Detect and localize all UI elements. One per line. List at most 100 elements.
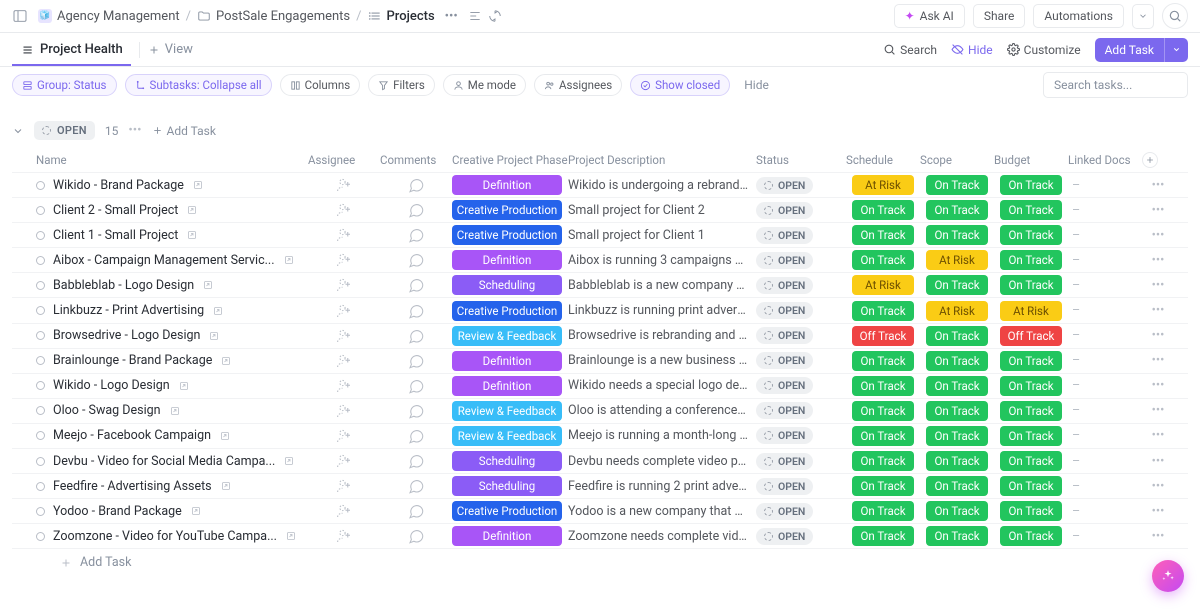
scope-cell[interactable]: At Risk bbox=[920, 250, 994, 270]
schedule-cell[interactable]: On Track bbox=[846, 250, 920, 270]
chip-me-mode[interactable]: Me mode bbox=[443, 74, 526, 96]
status-cell[interactable]: OPEN bbox=[756, 252, 846, 269]
table-row[interactable]: Browsedrive - Logo Design Review & Feedb… bbox=[12, 323, 1188, 348]
status-cell[interactable]: OPEN bbox=[756, 377, 846, 394]
scope-cell[interactable]: On Track bbox=[920, 351, 994, 371]
task-status-dot[interactable] bbox=[36, 281, 45, 290]
description-cell[interactable]: Wikido is undergoing a rebrand an... bbox=[568, 178, 756, 193]
task-status-dot[interactable] bbox=[36, 381, 45, 390]
scope-cell[interactable]: On Track bbox=[920, 426, 994, 446]
budget-cell[interactable]: On Track bbox=[994, 451, 1068, 471]
scope-cell[interactable]: On Track bbox=[920, 275, 994, 295]
scope-cell[interactable]: At Risk bbox=[920, 301, 994, 321]
task-name-cell[interactable]: Wikido - Brand Package bbox=[36, 178, 308, 193]
budget-cell[interactable]: On Track bbox=[994, 200, 1068, 220]
toolbar-hide-link[interactable]: Hide bbox=[744, 78, 769, 92]
assignee-cell[interactable] bbox=[308, 302, 380, 320]
task-status-dot[interactable] bbox=[36, 507, 45, 516]
sidebar-toggle-icon[interactable] bbox=[12, 8, 28, 24]
view-search-button[interactable]: Search bbox=[883, 43, 937, 57]
phase-cell[interactable]: Review & Feedback bbox=[452, 326, 568, 346]
row-actions[interactable]: ••• bbox=[1142, 178, 1174, 193]
status-cell[interactable]: OPEN bbox=[756, 453, 846, 470]
col-desc[interactable]: Project Description bbox=[568, 153, 756, 167]
col-phase[interactable]: Creative Project Phase bbox=[452, 153, 568, 167]
row-actions[interactable]: ••• bbox=[1142, 504, 1174, 519]
comments-cell[interactable] bbox=[380, 302, 452, 320]
schedule-cell[interactable]: On Track bbox=[846, 200, 920, 220]
description-cell[interactable]: Yodoo is a new company that need... bbox=[568, 504, 756, 519]
task-status-dot[interactable] bbox=[36, 181, 45, 190]
budget-cell[interactable]: On Track bbox=[994, 526, 1068, 546]
open-task-icon[interactable] bbox=[169, 405, 181, 417]
task-name-cell[interactable]: Client 2 - Small Project bbox=[36, 203, 308, 218]
open-task-icon[interactable] bbox=[220, 480, 232, 492]
task-status-dot[interactable] bbox=[36, 406, 45, 415]
task-name-cell[interactable]: Oloo - Swag Design bbox=[36, 403, 308, 418]
add-column-button[interactable] bbox=[1142, 152, 1158, 168]
task-status-dot[interactable] bbox=[36, 231, 45, 240]
description-cell[interactable]: Zoomzone needs complete video ... bbox=[568, 529, 756, 544]
global-search-button[interactable] bbox=[1162, 3, 1188, 29]
assignee-cell[interactable] bbox=[308, 427, 380, 445]
open-task-icon[interactable] bbox=[283, 455, 295, 467]
task-status-dot[interactable] bbox=[36, 331, 45, 340]
task-name-cell[interactable]: Browsedrive - Logo Design bbox=[36, 328, 308, 343]
assignee-cell[interactable] bbox=[308, 452, 380, 470]
open-task-icon[interactable] bbox=[219, 430, 231, 442]
comments-cell[interactable] bbox=[380, 502, 452, 520]
task-status-dot[interactable] bbox=[36, 306, 45, 315]
table-row[interactable]: Yodoo - Brand Package Creative Productio… bbox=[12, 498, 1188, 523]
table-row[interactable]: Meejo - Facebook Campaign Review & Feedb… bbox=[12, 423, 1188, 448]
nav-collapse-icon[interactable] bbox=[468, 9, 482, 23]
description-cell[interactable]: Small project for Client 1 bbox=[568, 228, 756, 243]
add-task-button[interactable]: Add Task bbox=[1095, 38, 1188, 62]
description-cell[interactable]: Brainlounge is a new business that ... bbox=[568, 353, 756, 368]
table-row[interactable]: Wikido - Brand Package Definition Wikido… bbox=[12, 172, 1188, 197]
scope-cell[interactable]: On Track bbox=[920, 451, 994, 471]
task-name-cell[interactable]: Wikido - Logo Design bbox=[36, 378, 308, 393]
table-row[interactable]: Oloo - Swag Design Review & Feedback Olo… bbox=[12, 398, 1188, 423]
row-actions[interactable]: ••• bbox=[1142, 303, 1174, 318]
comments-cell[interactable] bbox=[380, 226, 452, 244]
col-schedule[interactable]: Schedule bbox=[846, 153, 920, 167]
scope-cell[interactable]: On Track bbox=[920, 225, 994, 245]
col-linked[interactable]: Linked Docs bbox=[1068, 153, 1142, 167]
comments-cell[interactable] bbox=[380, 176, 452, 194]
linked-docs-cell[interactable]: – bbox=[1068, 203, 1142, 218]
ask-ai-button[interactable]: ✦ Ask AI bbox=[894, 4, 965, 28]
assignee-cell[interactable] bbox=[308, 226, 380, 244]
row-actions[interactable]: ••• bbox=[1142, 353, 1174, 368]
linked-docs-cell[interactable]: – bbox=[1068, 278, 1142, 293]
budget-cell[interactable]: On Track bbox=[994, 501, 1068, 521]
scope-cell[interactable]: On Track bbox=[920, 326, 994, 346]
status-cell[interactable]: OPEN bbox=[756, 327, 846, 344]
col-comments[interactable]: Comments bbox=[380, 153, 452, 167]
col-status[interactable]: Status bbox=[756, 153, 846, 167]
assignee-cell[interactable] bbox=[308, 477, 380, 495]
schedule-cell[interactable]: On Track bbox=[846, 225, 920, 245]
linked-docs-cell[interactable]: – bbox=[1068, 378, 1142, 393]
phase-cell[interactable]: Definition bbox=[452, 351, 568, 371]
task-name-cell[interactable]: Client 1 - Small Project bbox=[36, 228, 308, 243]
open-task-icon[interactable] bbox=[186, 204, 198, 216]
phase-cell[interactable]: Scheduling bbox=[452, 275, 568, 295]
schedule-cell[interactable]: At Risk bbox=[846, 275, 920, 295]
phase-cell[interactable]: Creative Production bbox=[452, 225, 568, 245]
nav-refresh-icon[interactable] bbox=[488, 9, 502, 23]
chip-group-status[interactable]: Group: Status bbox=[12, 74, 117, 96]
task-name-cell[interactable]: Babbleblab - Logo Design bbox=[36, 278, 308, 293]
linked-docs-cell[interactable]: – bbox=[1068, 504, 1142, 519]
description-cell[interactable]: Aibox is running 3 campaigns acro... bbox=[568, 253, 756, 268]
status-cell[interactable]: OPEN bbox=[756, 277, 846, 294]
view-hide-button[interactable]: Hide bbox=[951, 43, 993, 57]
status-cell[interactable]: OPEN bbox=[756, 478, 846, 495]
comments-cell[interactable] bbox=[380, 452, 452, 470]
col-budget[interactable]: Budget bbox=[994, 153, 1068, 167]
linked-docs-cell[interactable]: – bbox=[1068, 328, 1142, 343]
linked-docs-cell[interactable]: – bbox=[1068, 454, 1142, 469]
linked-docs-cell[interactable]: – bbox=[1068, 178, 1142, 193]
scope-cell[interactable]: On Track bbox=[920, 376, 994, 396]
col-assignee[interactable]: Assignee bbox=[308, 153, 380, 167]
description-cell[interactable]: Linkbuzz is running print advertisin... bbox=[568, 303, 756, 318]
